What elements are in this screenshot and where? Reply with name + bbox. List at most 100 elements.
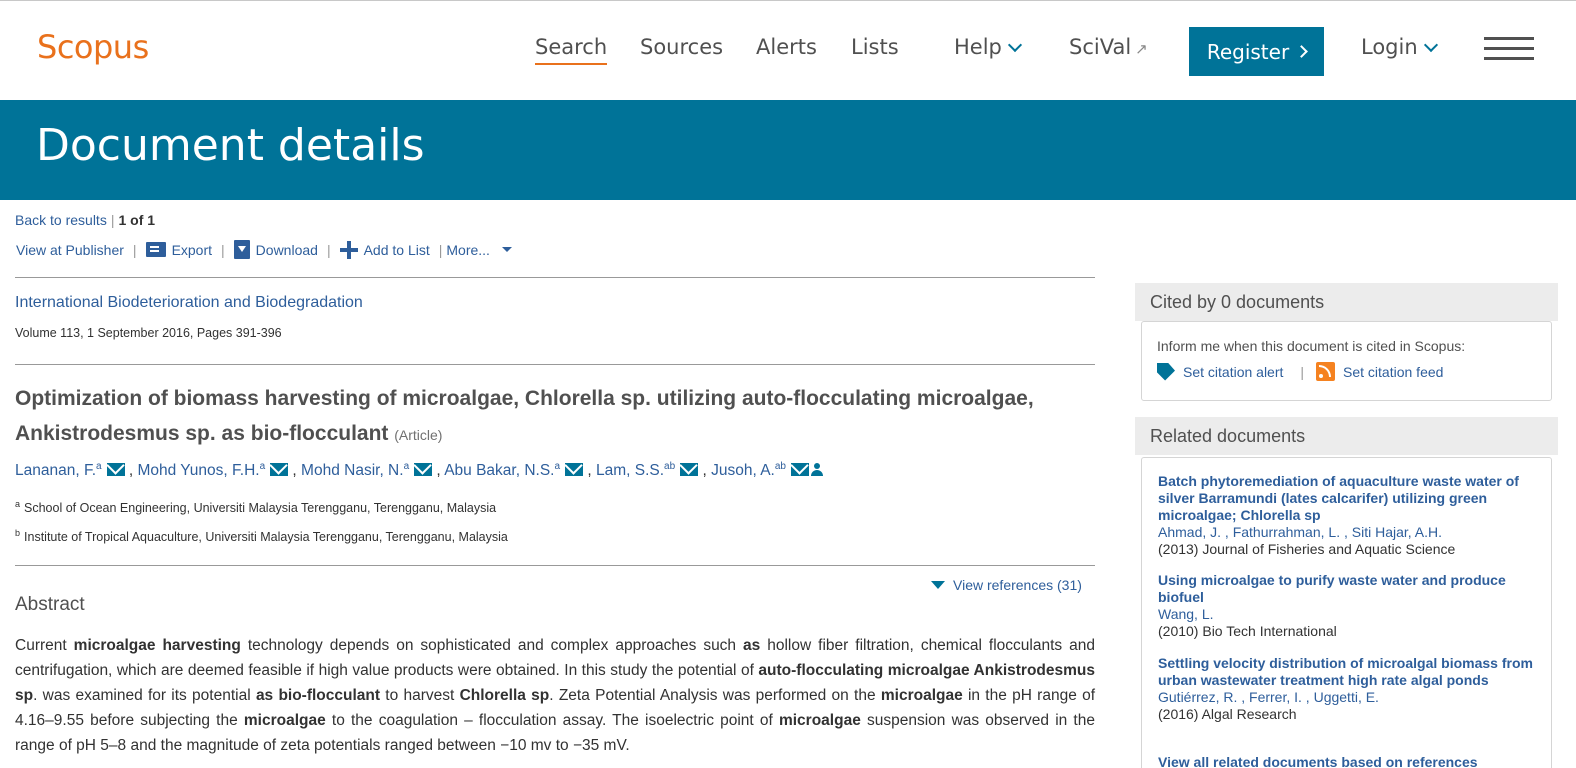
- external-link-icon: ↗: [1135, 40, 1148, 58]
- nav-scival[interactable]: SciVal ↗: [1069, 35, 1148, 59]
- back-to-results-link[interactable]: Back to results: [15, 212, 107, 228]
- journal-link[interactable]: International Biodeterioration and Biode…: [15, 294, 363, 312]
- add-to-list-button[interactable]: Add to List: [339, 240, 430, 259]
- author-affil-sup: ab: [774, 461, 786, 472]
- register-label: Register: [1206, 39, 1290, 64]
- divider: [15, 277, 1095, 278]
- related-document-source: (2016) Algal Research: [1158, 706, 1297, 722]
- nav-help-label: Help: [954, 35, 1002, 59]
- set-citation-alert-link[interactable]: Set citation alert: [1183, 364, 1283, 380]
- nav-login[interactable]: Login: [1361, 35, 1438, 59]
- author-affil-sup: a: [554, 461, 561, 472]
- more-label: More...: [446, 241, 490, 258]
- download-icon: [233, 240, 250, 259]
- author-link[interactable]: Lam, S.S.: [596, 462, 664, 479]
- result-count: 1 of 1: [118, 212, 156, 228]
- affiliation-text: School of Ocean Engineering, Universiti …: [24, 501, 497, 516]
- related-document-authors[interactable]: Ahmad, J. , Fathurrahman, L. , Siti Haja…: [1158, 524, 1442, 540]
- affiliation: a School of Ocean Engineering, Universiti…: [15, 499, 496, 515]
- related-document-title[interactable]: Using microalgae to purify waste water a…: [1158, 572, 1506, 605]
- related-document: Using microalgae to purify waste water a…: [1158, 572, 1542, 640]
- menu-icon[interactable]: [1484, 37, 1534, 61]
- divider: [15, 364, 1095, 365]
- volume-info: Volume 113, 1 September 2016, Pages 391-…: [15, 326, 282, 340]
- nav-lists[interactable]: Lists: [851, 35, 899, 59]
- author-link[interactable]: Lananan, F.: [15, 462, 96, 479]
- view-all-related-link[interactable]: View all related documents based on refe…: [1158, 754, 1478, 768]
- author-link[interactable]: Jusoh, A.: [711, 462, 775, 479]
- related-view-all: View all related documents based on refe…: [1158, 754, 1542, 768]
- related-document-source: (2010) Bio Tech International: [1158, 623, 1337, 639]
- rss-icon: [1316, 362, 1336, 381]
- export-label: Export: [171, 241, 213, 258]
- document-type: (Article): [394, 427, 443, 443]
- related-document-title[interactable]: Batch phytoremediation of aquaculture wa…: [1158, 473, 1519, 523]
- email-icon[interactable]: [106, 463, 125, 477]
- email-icon[interactable]: [565, 463, 584, 477]
- author-link[interactable]: Mohd Yunos, F.H.: [138, 462, 260, 479]
- related-documents-panel: Batch phytoremediation of aquaculture wa…: [1141, 457, 1552, 768]
- chevron-down-icon: [1007, 37, 1022, 53]
- divider: [15, 565, 1095, 566]
- nav-login-label: Login: [1361, 35, 1418, 59]
- tag-icon: [1157, 362, 1175, 381]
- scopus-logo[interactable]: Scopus: [37, 28, 149, 66]
- export-icon: [145, 242, 166, 257]
- nav-help[interactable]: Help: [954, 35, 1022, 59]
- abstract-text: Current microalgae harvesting technology…: [15, 637, 1096, 754]
- download-label: Download: [255, 241, 318, 258]
- nav-sources[interactable]: Sources: [640, 35, 723, 59]
- view-at-publisher-link[interactable]: View at Publisher: [16, 242, 124, 258]
- caret-down-icon: [501, 247, 512, 252]
- affiliation-sup: a: [15, 499, 21, 509]
- email-icon[interactable]: [414, 463, 433, 477]
- document-toolbar: View at Publisher | Export | Download | …: [16, 240, 512, 259]
- author-link[interactable]: Mohd Nasir, N.: [301, 462, 404, 479]
- document-title: Optimization of biomass harvesting of mi…: [15, 381, 1075, 453]
- nav-alerts[interactable]: Alerts: [756, 35, 817, 59]
- top-navigation: Scopus Search Sources Alerts Lists Help …: [0, 0, 1576, 100]
- related-document-authors[interactable]: Gutiérrez, R. , Ferrer, I. , Uggetti, E.: [1158, 689, 1379, 705]
- download-button[interactable]: Download: [233, 240, 318, 259]
- author-list: Lananan, F.a , Mohd Yunos, F.H.a , Mohd …: [15, 461, 823, 480]
- page-title: Document details: [36, 120, 425, 171]
- view-references-link[interactable]: View references (31): [931, 577, 1082, 593]
- author-profile-icon[interactable]: [810, 463, 823, 477]
- email-icon[interactable]: [790, 463, 809, 477]
- affiliation: b Institute of Tropical Aquaculture, Univ…: [15, 528, 508, 544]
- nav-scival-label: SciVal: [1069, 35, 1132, 59]
- citation-actions: Set citation alert | Set citation feed: [1157, 362, 1443, 381]
- triangle-down-icon: [931, 581, 945, 589]
- export-button[interactable]: Export: [145, 241, 213, 258]
- author-affil-sup: a: [403, 461, 410, 472]
- cited-by-panel: Inform me when this document is cited in…: [1141, 321, 1552, 401]
- affiliation-text: Institute of Tropical Aquaculture, Unive…: [24, 530, 508, 545]
- email-icon[interactable]: [270, 463, 289, 477]
- related-document-source: (2013) Journal of Fisheries and Aquatic …: [1158, 541, 1456, 557]
- related-document-title[interactable]: Settling velocity distribution of microa…: [1158, 655, 1533, 688]
- email-icon[interactable]: [680, 463, 699, 477]
- author-affil-sup: a: [96, 461, 102, 472]
- related-document-authors[interactable]: Wang, L.: [1158, 606, 1214, 622]
- register-button[interactable]: Register: [1189, 27, 1324, 76]
- page-banner: Document details: [0, 100, 1576, 200]
- results-navigation: Back to results | 1 of 1: [15, 212, 156, 228]
- set-citation-feed-link[interactable]: Set citation feed: [1343, 364, 1443, 380]
- affiliation-sup: b: [15, 528, 21, 538]
- author-affil-sup: a: [259, 461, 266, 472]
- cited-by-heading: Cited by 0 documents: [1135, 283, 1558, 321]
- author-link[interactable]: Abu Bakar, N.S.: [444, 462, 554, 479]
- chevron-right-icon: [1295, 45, 1309, 58]
- view-references-label: View references (31): [953, 577, 1082, 593]
- related-document: Settling velocity distribution of microa…: [1158, 655, 1542, 723]
- add-to-list-label: Add to List: [363, 241, 430, 258]
- chevron-down-icon: [1423, 37, 1438, 53]
- cited-inform-text: Inform me when this document is cited in…: [1157, 338, 1466, 354]
- document-title-text: Optimization of biomass harvesting of mi…: [15, 387, 1034, 445]
- abstract-heading: Abstract: [15, 594, 85, 615]
- related-documents-heading: Related documents: [1135, 417, 1558, 455]
- nav-search[interactable]: Search: [535, 35, 608, 65]
- author-affil-sup: ab: [664, 461, 676, 472]
- more-dropdown[interactable]: More...: [446, 242, 512, 258]
- related-document: Batch phytoremediation of aquaculture wa…: [1158, 473, 1542, 558]
